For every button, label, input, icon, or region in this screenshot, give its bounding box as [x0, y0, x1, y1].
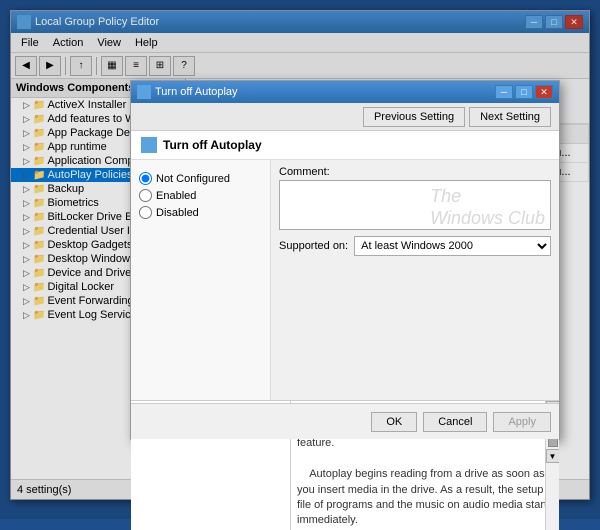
supported-on-label: Supported on:: [279, 240, 348, 252]
dialog-title-bar: Turn off Autoplay ─ □ ✕: [131, 81, 559, 103]
dialog-header-label: Turn off Autoplay: [163, 138, 262, 152]
dialog-close-button[interactable]: ✕: [535, 85, 553, 99]
supported-on-select[interactable]: At least Windows 2000: [354, 236, 551, 256]
comment-label: Comment:: [279, 166, 551, 178]
previous-setting-button[interactable]: Previous Setting: [363, 107, 465, 127]
not-configured-radio[interactable]: [139, 172, 152, 185]
enabled-radio[interactable]: [139, 189, 152, 202]
dialog-body: Not Configured Enabled Disabled Comment:: [131, 160, 559, 400]
dialog-footer: OK Cancel Apply: [131, 403, 559, 439]
disabled-label: Disabled: [156, 207, 199, 219]
scroll-down-button[interactable]: ▼: [546, 449, 560, 463]
dialog-title-text: Turn off Autoplay: [155, 86, 238, 98]
disabled-radio[interactable]: [139, 206, 152, 219]
dialog-overlay: Turn off Autoplay ─ □ ✕ Previous Setting…: [0, 0, 600, 519]
disabled-option[interactable]: Disabled: [139, 206, 262, 219]
radio-group: Not Configured Enabled Disabled: [139, 172, 262, 219]
dialog-right-panel: Comment: The Windows Club Supported on: …: [271, 160, 559, 400]
enabled-label: Enabled: [156, 190, 196, 202]
enabled-option[interactable]: Enabled: [139, 189, 262, 202]
dialog-minimize-button[interactable]: ─: [495, 85, 513, 99]
dialog-win-controls: ─ □ ✕: [495, 85, 553, 99]
dialog-radio-panel: Not Configured Enabled Disabled: [131, 160, 271, 400]
turn-off-autoplay-dialog: Turn off Autoplay ─ □ ✕ Previous Setting…: [130, 80, 560, 440]
ok-button[interactable]: OK: [371, 412, 417, 432]
supported-on-row: Supported on: At least Windows 2000: [279, 236, 551, 256]
comment-box[interactable]: The Windows Club: [279, 180, 551, 230]
dialog-app-icon: [137, 85, 151, 99]
not-configured-label: Not Configured: [156, 173, 230, 185]
dialog-header-icon: [141, 137, 157, 153]
dialog-maximize-button[interactable]: □: [515, 85, 533, 99]
apply-button[interactable]: Apply: [493, 412, 551, 432]
dialog-title-left: Turn off Autoplay: [137, 85, 238, 99]
not-configured-option[interactable]: Not Configured: [139, 172, 262, 185]
dialog-toolbar: Previous Setting Next Setting: [131, 103, 559, 131]
watermark: The Windows Club: [430, 186, 545, 229]
next-setting-button[interactable]: Next Setting: [469, 107, 551, 127]
cancel-button[interactable]: Cancel: [423, 412, 487, 432]
dialog-header: Turn off Autoplay: [131, 131, 559, 160]
